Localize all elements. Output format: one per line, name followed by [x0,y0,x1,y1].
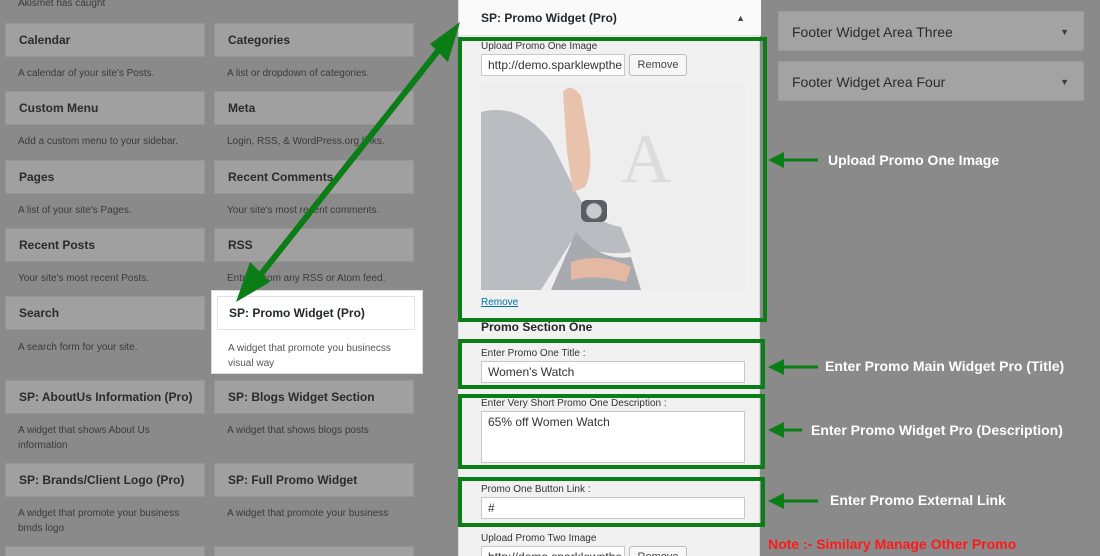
widget-recent-posts[interactable]: Recent Posts [5,228,205,262]
widget-rss[interactable]: RSS [214,228,414,262]
widget-brands[interactable]: SP: Brands/Client Logo (Pro) [5,463,205,497]
promo-widget-desc: A widget that promote you businecss visu… [228,343,391,369]
widget-categories[interactable]: Categories [214,23,414,57]
widget-desc: A list of your site's Pages. [18,205,132,216]
footer-area-label: Footer Widget Area Three [792,24,953,40]
available-widgets: Akismet has caught Calendar A calendar o… [0,0,440,556]
widget-desc: A widget that shows blogs posts [227,425,369,436]
widget-desc: Add a custom menu to your sidebar. [18,136,179,147]
link-highlight-frame [458,477,765,527]
footer-area-three[interactable]: Footer Widget Area Three ▼ [778,11,1084,51]
widget-recent-comments[interactable]: Recent Comments [214,160,414,194]
arrow-left-icon [768,359,784,375]
widget-next[interactable] [214,546,414,556]
akismet-text: Akismet has caught [18,0,106,9]
widget-desc: Your site's most recent comments. [227,205,380,216]
widget-custom-menu[interactable]: Custom Menu [5,91,205,125]
widget-desc: A widget that shows About Us information [18,425,150,451]
widget-calendar[interactable]: Calendar [5,23,205,57]
desc-highlight-frame [458,394,765,469]
footer-area-four[interactable]: Footer Widget Area Four ▼ [778,61,1084,101]
widget-desc: A calendar of your site's Posts. [18,68,155,79]
upload-two-label: Upload Promo Two Image [481,533,597,544]
widget-search[interactable]: Search [5,296,205,330]
widget-desc: Login, RSS, & WordPress.org links. [227,136,385,147]
widget-meta[interactable]: Meta [214,91,414,125]
widget-pages[interactable]: Pages [5,160,205,194]
widget-desc: A widget that promote your business bmds… [18,508,180,534]
title-highlight-frame [458,339,765,389]
footer-area-label: Footer Widget Area Four [792,74,946,90]
widget-desc: Your site's most recent Posts. [18,273,150,284]
annotation-image: Upload Promo One Image [828,152,1000,168]
annotation-title: Enter Promo Main Widget Pro (Title) [825,358,1065,374]
upload-two-url-field[interactable]: http://demo.sparklewpthe [481,546,625,556]
caret-up-icon[interactable]: ▲ [736,0,745,36]
note-text: Note :- Similary Manage Other Promo [768,536,1017,552]
panel-header[interactable]: SP: Promo Widget (Pro) ▲ [459,0,761,36]
highlighted-promo-widget[interactable]: SP: Promo Widget (Pro) A widget that pro… [211,290,423,374]
widget-desc: A list or dropdown of categories. [227,68,370,79]
panel-title: SP: Promo Widget (Pro) [481,11,617,25]
annotation-link: Enter Promo External Link [830,492,1006,508]
widget-desc: A widget that promote your business [227,508,389,519]
widget-desc: A search form for your site. [18,342,138,353]
arrow-left-icon [768,422,784,438]
promo-section-heading: Promo Section One [481,320,593,334]
widget-blogs[interactable]: SP: Blogs Widget Section [214,380,414,414]
widget-next[interactable] [5,546,205,556]
widget-desc: Entries from any RSS or Atom feed. [227,273,386,284]
arrow-left-icon [768,493,784,509]
promo-widget-title[interactable]: SP: Promo Widget (Pro) [217,296,415,330]
caret-down-icon: ▼ [1060,27,1069,37]
remove-button-two[interactable]: Remove [629,546,687,556]
caret-down-icon: ▼ [1060,77,1069,87]
arrow-left-icon [768,152,784,168]
widget-full-promo[interactable]: SP: Full Promo Widget [214,463,414,497]
annotation-desc: Enter Promo Widget Pro (Description) [811,422,1063,438]
image-highlight-frame [458,37,767,322]
widget-aboutus[interactable]: SP: AboutUs Information (Pro) [5,380,205,414]
